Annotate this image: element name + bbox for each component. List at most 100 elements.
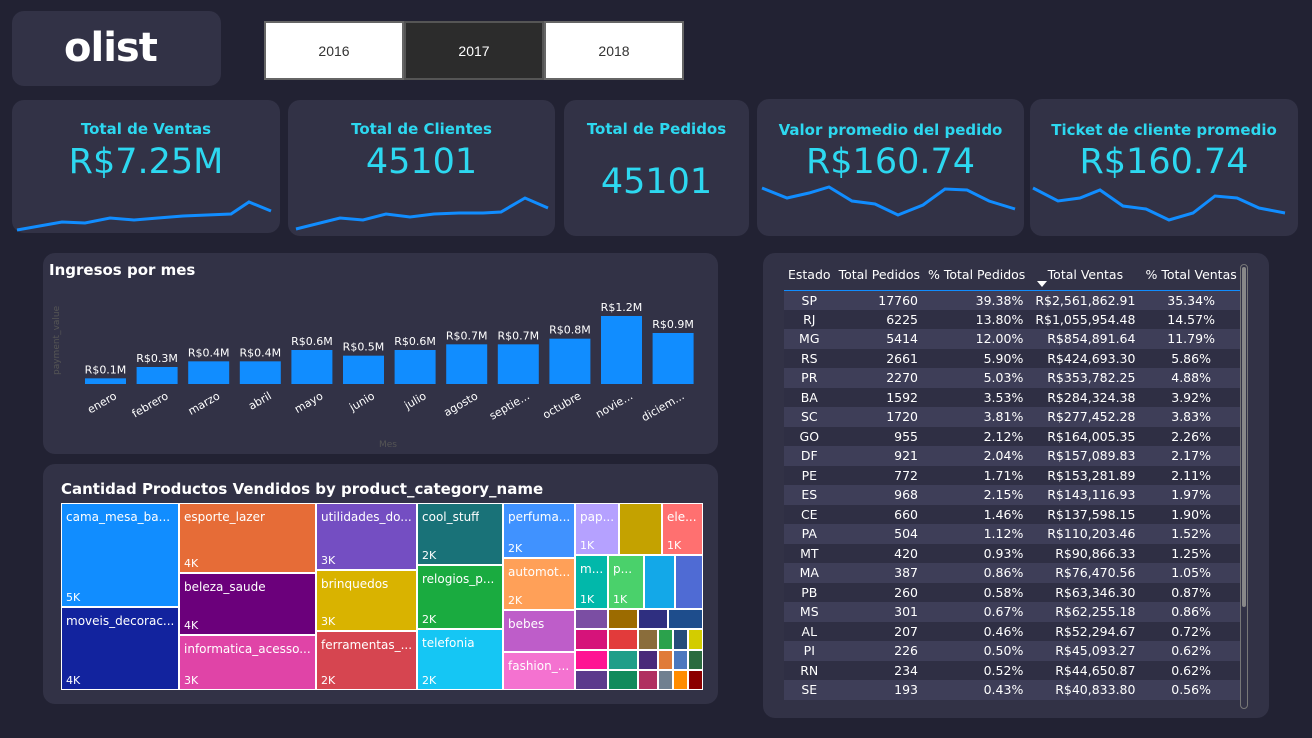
treemap-tile[interactable] (638, 629, 658, 650)
treemap-tile[interactable] (608, 609, 638, 629)
table-cell: 0.46% (983, 623, 1024, 639)
treemap-tile[interactable]: perfuma... 2K (503, 503, 575, 558)
bar-agosto[interactable] (446, 344, 488, 384)
treemap-tile[interactable] (619, 503, 662, 555)
treemap-tile[interactable] (658, 629, 673, 650)
table-row[interactable]: MT 420 0.93% R$90,866.33 1.25% (784, 543, 1241, 563)
treemap-tile[interactable]: ferramentas_... 2K (316, 631, 417, 690)
bar-septie...[interactable] (497, 344, 539, 384)
treemap-tile[interactable] (575, 609, 608, 629)
year-button-2017[interactable]: 2017 (404, 21, 544, 80)
bar-diciem...[interactable] (652, 333, 694, 384)
table-row[interactable]: PR 2270 5.03% R$353,782.25 4.88% (784, 368, 1241, 388)
table-cell: 5.86% (1171, 350, 1211, 366)
table-cell: 2.26% (1171, 428, 1211, 444)
treemap-tile[interactable]: relogios_p... 2K (417, 565, 503, 629)
treemap-tile[interactable] (575, 650, 608, 670)
treemap-tile[interactable] (688, 629, 703, 650)
table-row[interactable]: MA 387 0.86% R$76,470.56 1.05% (784, 563, 1241, 583)
treemap-tile[interactable] (608, 629, 638, 650)
treemap-tile[interactable]: esporte_lazer 4K (179, 503, 316, 573)
treemap-tile[interactable]: automot... 2K (503, 558, 575, 610)
treemap-tile[interactable]: informatica_acesso... 3K (179, 635, 316, 690)
table-cell: RS (800, 350, 818, 366)
bar-junio[interactable] (343, 355, 384, 384)
treemap-tile[interactable]: pap... 1K (575, 503, 619, 555)
treemap-tile[interactable] (608, 670, 638, 690)
table-cell: 660 (894, 506, 919, 522)
column-header-total-ventas[interactable]: Total Ventas (1029, 259, 1141, 290)
treemap-tile[interactable] (658, 650, 673, 670)
table-row[interactable]: ES 968 2.15% R$143,116.93 1.97% (784, 485, 1241, 505)
treemap-tile[interactable] (575, 670, 608, 690)
table-row[interactable]: RJ 6225 13.80% R$1,055,954.48 14.57% (784, 309, 1241, 329)
table-row[interactable]: SE 193 0.43% R$40,833.80 0.56% (784, 680, 1241, 700)
bar-julio[interactable] (394, 350, 436, 384)
column-header-estado[interactable]: Estado (784, 259, 835, 290)
table-row[interactable]: AL 207 0.46% R$52,294.67 0.72% (784, 621, 1241, 641)
ingresos-bar-chart: payment_value Mes R$0.1M enero R$0.3M febre… (52, 301, 694, 450)
table-scrollbar[interactable] (1240, 264, 1248, 709)
treemap-tile[interactable] (638, 670, 658, 690)
table-row[interactable]: SP 17760 39.38% R$2,561,862.91 35.34% (784, 290, 1241, 310)
bar-marzo[interactable] (188, 361, 230, 384)
treemap-tile[interactable]: brinquedos 3K (316, 570, 417, 631)
treemap-tile[interactable]: utilidades_do... 3K (316, 503, 417, 570)
treemap-tile[interactable]: bebes (503, 610, 575, 652)
treemap-tile[interactable]: moveis_decorac... 4K (61, 607, 179, 690)
bar-octubre[interactable] (549, 338, 591, 384)
treemap-tile[interactable]: telefonia 2K (417, 629, 503, 690)
table-cell: 17760 (878, 292, 919, 308)
treemap-tile[interactable]: cama_mesa_ba... 5K (61, 503, 179, 607)
table-scrollbar-thumb[interactable] (1242, 267, 1246, 607)
treemap-tile[interactable] (644, 555, 675, 609)
bar-abril[interactable] (239, 361, 281, 384)
treemap-tile[interactable]: beleza_saude 4K (179, 573, 316, 635)
treemap-tile[interactable] (673, 629, 688, 650)
column-header-pct-total-ventas[interactable]: % Total Ventas (1141, 259, 1240, 290)
treemap-tile[interactable] (668, 609, 703, 629)
table-row[interactable]: GO 955 2.12% R$164,005.35 2.26% (784, 426, 1241, 446)
table-row[interactable]: BA 1592 3.53% R$284,324.38 3.92% (784, 387, 1241, 407)
treemap-tile[interactable] (675, 555, 703, 609)
table-row[interactable]: PI 226 0.50% R$45,093.27 0.62% (784, 641, 1241, 661)
table-cell: 35.34% (1167, 292, 1215, 308)
column-header-total-pedidos[interactable]: Total Pedidos (835, 259, 924, 290)
treemap-tile[interactable]: fashion_... (503, 652, 575, 690)
table-row[interactable]: DF 921 2.04% R$157,089.83 2.17% (784, 446, 1241, 466)
treemap-tile[interactable] (673, 650, 688, 670)
table-row[interactable]: SC 1720 3.81% R$277,452.28 3.83% (784, 407, 1241, 427)
treemap-tile-value: 3K (321, 615, 336, 628)
column-header-pct-total-pedidos[interactable]: % Total Pedidos (924, 259, 1029, 290)
treemap-tile[interactable] (608, 650, 638, 670)
treemap-tile[interactable]: cool_stuff 2K (417, 503, 503, 565)
year-button-2018[interactable]: 2018 (544, 21, 684, 80)
table-row[interactable]: CE 660 1.46% R$137,598.15 1.90% (784, 504, 1241, 524)
treemap-tile-label: telefonia (422, 636, 475, 650)
treemap-tile[interactable] (688, 670, 703, 690)
table-row[interactable]: RS 2661 5.90% R$424,693.30 5.86% (784, 348, 1241, 368)
treemap-tile[interactable] (638, 609, 668, 629)
treemap-tile[interactable] (575, 629, 608, 650)
table-row[interactable]: PA 504 1.12% R$110,203.46 1.52% (784, 524, 1241, 544)
year-button-2016[interactable]: 2016 (264, 21, 404, 80)
treemap-tile[interactable]: m... 1K (575, 555, 608, 609)
bar-enero[interactable] (85, 378, 126, 384)
table-row[interactable]: RN 234 0.52% R$44,650.87 0.62% (784, 660, 1241, 680)
table-row[interactable]: PB 260 0.58% R$63,346.30 0.87% (784, 582, 1241, 602)
treemap-tile[interactable] (688, 650, 703, 670)
treemap-tile[interactable] (673, 670, 688, 690)
table-row[interactable]: MS 301 0.67% R$62,255.18 0.86% (784, 602, 1241, 622)
table-cell: 1.05% (1171, 565, 1211, 581)
table-cell: R$63,346.30 (1055, 584, 1136, 600)
bar-mayo[interactable] (291, 350, 333, 384)
treemap-tile[interactable] (658, 670, 673, 690)
treemap-tile[interactable]: ele... 1K (662, 503, 703, 555)
table-row[interactable]: MG 5414 12.00% R$854,891.64 11.79% (784, 329, 1241, 349)
table-row[interactable]: PE 772 1.71% R$153,281.89 2.11% (784, 465, 1241, 485)
treemap-tile[interactable]: p... 1K (608, 555, 644, 609)
bar-febrero[interactable] (136, 367, 178, 384)
category-treemap[interactable]: cama_mesa_ba... 5K moveis_decorac... 4K espo… (61, 503, 703, 690)
bar-novie...[interactable] (601, 316, 642, 384)
treemap-tile[interactable] (638, 650, 658, 670)
